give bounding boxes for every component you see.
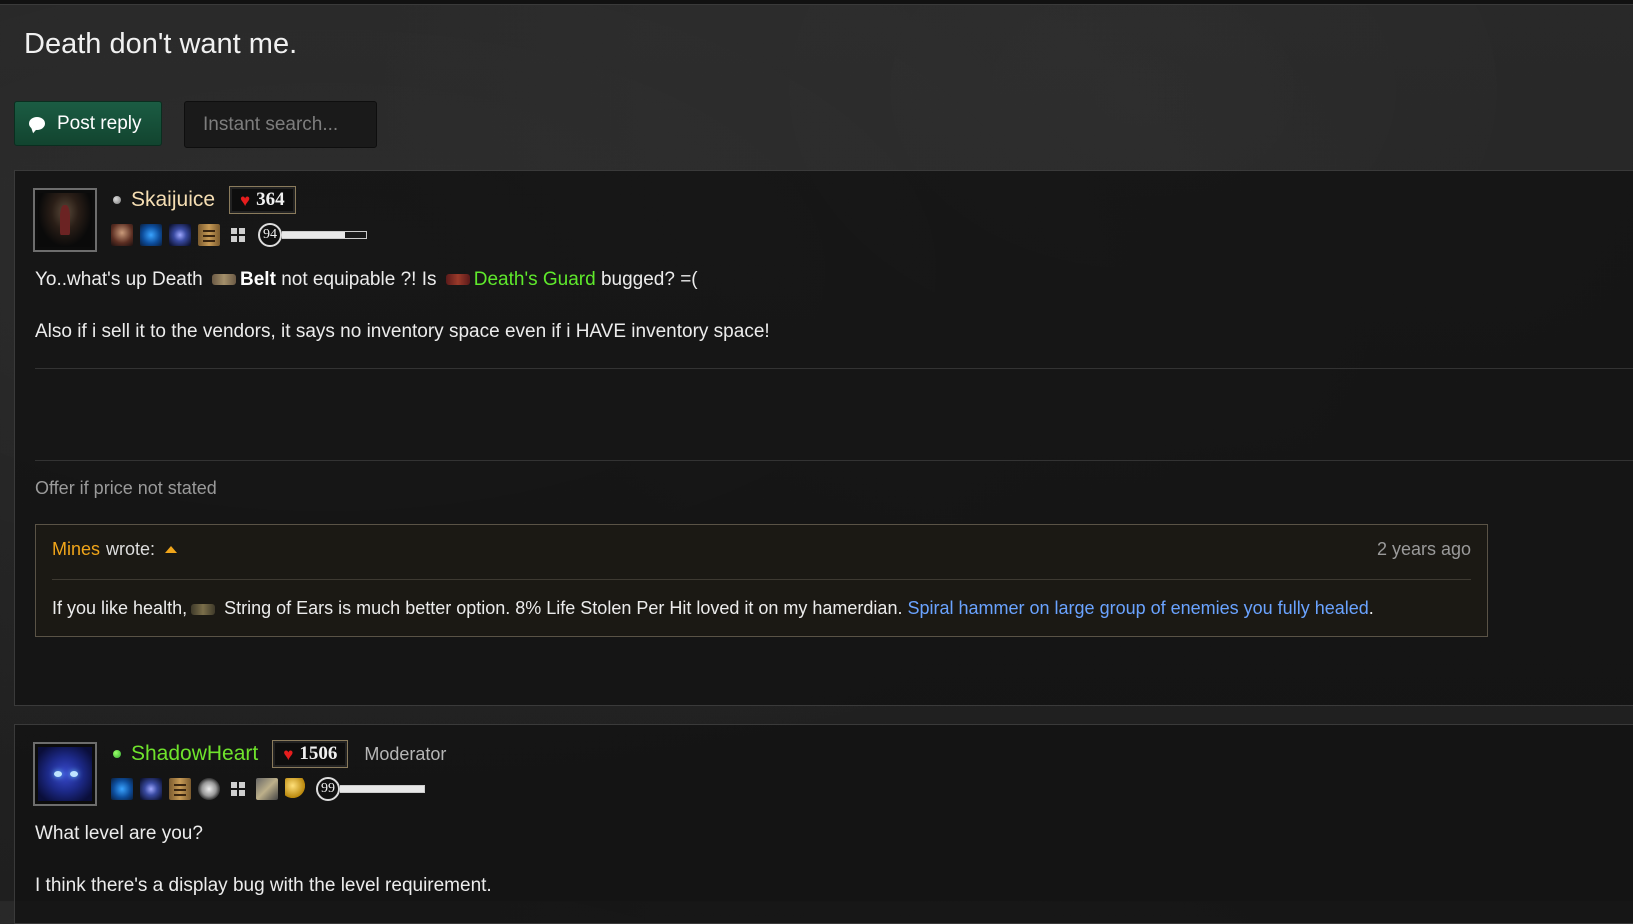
blue-rune-badge-icon[interactable] [140,224,162,246]
signature: Offer if price not stated [35,478,217,498]
heart-icon: ♥ [240,190,251,210]
reputation-count: 364 [256,189,285,210]
chat-bubble-icon [29,117,45,130]
post: ShadowHeart ♥ 1506 Moderator 99 What lev… [14,724,1633,924]
post-content-line: Yo..what's up Death Belt not equipable ?… [35,269,698,292]
quote-body: If you like health, String of Ears is mu… [52,598,1374,619]
purple-rune-badge-icon[interactable] [140,778,162,800]
reputation-count: 1506 [299,743,338,764]
quote-highlight-text: Spiral hammer on large group of enemies … [907,598,1369,618]
reputation-badge[interactable]: ♥ 1506 [272,740,349,768]
belt-item-icon [212,274,236,286]
tool-badge-icon[interactable] [256,778,278,800]
avatar[interactable] [33,188,97,252]
heart-icon: ♥ [283,744,294,764]
windows-icon[interactable] [227,224,249,246]
avatar-image [38,747,92,801]
post-text: Yo..what's up Death [35,269,203,290]
level-progress-fill [282,232,345,238]
level-progress-bar [282,231,367,239]
jump-to-quote-icon[interactable] [165,546,178,553]
avatar[interactable] [33,742,97,806]
coins-badge-icon[interactable] [285,778,307,800]
user-badges: 94 [111,223,367,247]
avatar-image [38,193,92,247]
quote-text: . [1368,598,1374,618]
reputation-badge[interactable]: ♥ 364 [229,186,296,214]
top-nav-strip [0,0,1633,5]
user-badges: 99 [111,777,425,801]
blue-rune-badge-icon[interactable] [111,778,133,800]
instant-search-input[interactable] [184,101,377,148]
portrait-badge-icon[interactable] [111,224,133,246]
post-reply-label: Post reply [57,112,142,134]
level-number: 94 [258,223,282,247]
quote-divider [52,579,1471,580]
content-divider [35,368,1633,369]
user-level[interactable]: 99 [316,777,425,801]
death-guard-item-link[interactable]: Death's Guard [474,269,596,290]
offline-status-icon [113,196,121,204]
username-link[interactable]: Skaijuice [131,188,215,212]
post-text: not equipable ?! Is [281,269,437,290]
quote-wrote-label: wrote: [106,539,156,559]
belt-item-link[interactable]: Belt [240,269,276,290]
quote-text: is much better option. 8% Life Stolen Pe… [338,598,903,618]
level-number: 99 [316,777,340,801]
death-guard-item-icon [445,274,470,286]
post-content-line: What level are you? [35,823,203,844]
purple-rune-badge-icon[interactable] [169,224,191,246]
online-status-icon [113,750,121,758]
quote-block: Mines wrote: 2 years ago If you like hea… [35,524,1488,637]
post-author-line: Skaijuice ♥ 364 [113,185,296,215]
windows-icon[interactable] [227,778,249,800]
level-progress-bar [340,785,425,793]
quote-author-link[interactable]: Mines [52,539,100,560]
quote-timestamp: 2 years ago [1376,539,1471,559]
username-link[interactable]: ShadowHeart [131,742,258,766]
string-of-ears-item-icon [191,603,216,615]
post-content-line: I think there's a display bug with the l… [35,875,492,896]
quote-header: Mines wrote: [52,539,178,560]
thread-title: Death don't want me. [24,28,298,60]
user-level[interactable]: 94 [258,223,367,247]
post-reply-button[interactable]: Post reply [14,101,162,146]
signature-divider [35,460,1633,461]
post-content-line: Also if i sell it to the vendors, it say… [35,321,770,342]
scroll-badge-icon[interactable] [198,224,220,246]
level-progress-fill [340,786,424,792]
post-text: bugged? =( [600,269,698,290]
user-role: Moderator [364,743,447,764]
post: Skaijuice ♥ 364 94 Yo..what's up Death B… [14,170,1633,706]
string-of-ears-item-link[interactable]: String of Ears [224,598,333,618]
quote-text: If you like health, [52,598,188,618]
scroll-badge-icon[interactable] [169,778,191,800]
post-author-line: ShadowHeart ♥ 1506 Moderator [113,739,446,769]
steam-icon[interactable] [198,778,220,800]
